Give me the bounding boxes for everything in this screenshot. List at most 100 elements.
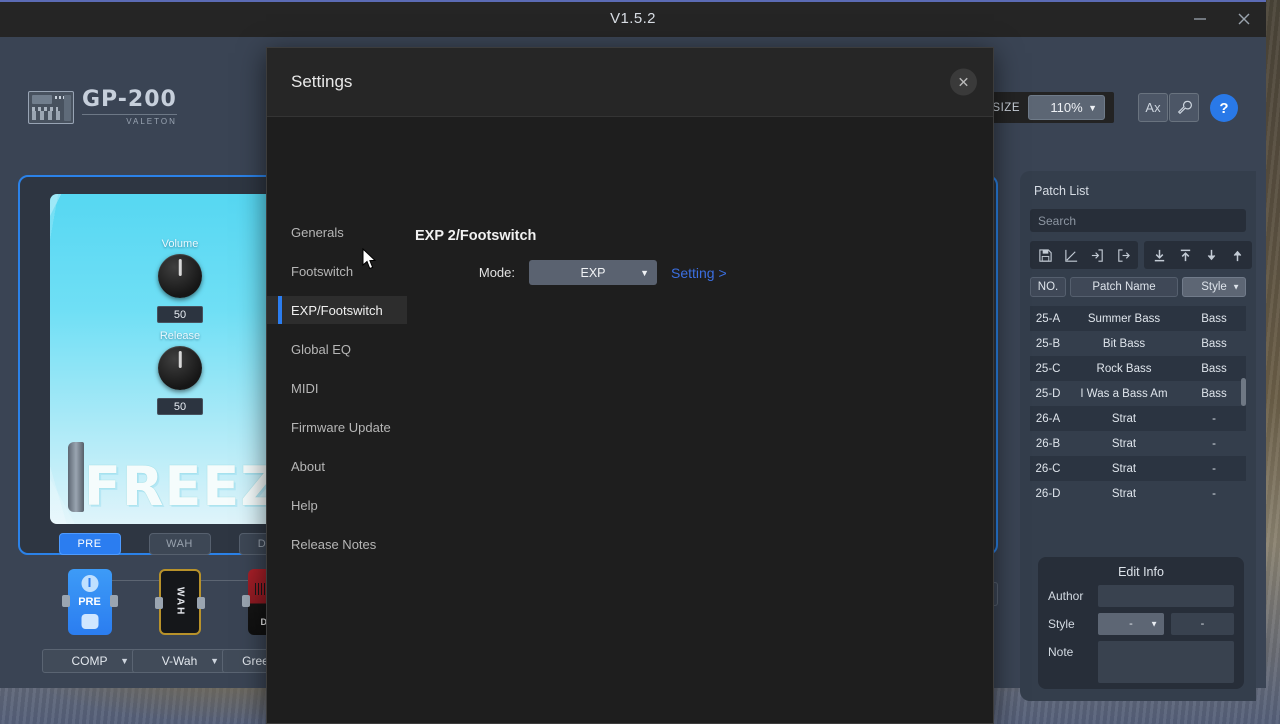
patch-cell-no: 25-C: [1035, 362, 1061, 375]
jack-left-icon: [61, 595, 70, 607]
slot-tag-wah[interactable]: WAH: [148, 533, 211, 555]
import-icon[interactable]: [1085, 245, 1109, 265]
patch-rows-scrollbar[interactable]: [1241, 378, 1246, 406]
help-label: ?: [1219, 99, 1229, 117]
download-all-icon[interactable]: [1147, 245, 1171, 265]
settings-nav-item-about[interactable]: About: [267, 452, 407, 480]
patch-cell-style: Bass: [1201, 362, 1227, 375]
upload-icon[interactable]: [1225, 245, 1249, 265]
table-row[interactable]: 25-A Summer Bass Bass: [1030, 306, 1246, 331]
settings-nav-item-footswitch[interactable]: Footswitch: [267, 257, 407, 285]
table-row[interactable]: 26-B Strat -: [1030, 431, 1246, 456]
settings-nav-item-label: Footswitch: [291, 263, 354, 279]
patch-cell-name: Strat: [1111, 487, 1137, 500]
style-select[interactable]: - ▼: [1098, 613, 1164, 635]
help-button[interactable]: ?: [1210, 94, 1238, 122]
minimize-icon[interactable]: [1178, 0, 1222, 37]
chevron-down-icon: ▼: [1088, 102, 1097, 113]
chevron-down-icon: ▼: [1150, 619, 1158, 629]
settings-nav-item-label: Generals: [291, 224, 344, 240]
settings-nav-item-midi[interactable]: MIDI: [267, 374, 407, 402]
mode-select[interactable]: EXP ▼: [529, 260, 657, 285]
patch-cell-no: 25-B: [1035, 337, 1061, 350]
upload-all-icon[interactable]: [1173, 245, 1197, 265]
edit-info-title: Edit Info: [1118, 565, 1164, 579]
patch-toolbar: [1030, 241, 1252, 269]
table-row[interactable]: 26-C Strat -: [1030, 456, 1246, 481]
brand-logo: GP-200 VALETON: [28, 89, 177, 126]
chain-select-wah[interactable]: V-Wah ▼: [132, 649, 227, 673]
view-size-select[interactable]: 110% ▼: [1028, 95, 1105, 120]
download-icon[interactable]: [1199, 245, 1223, 265]
stompbox-pre[interactable]: PRE: [61, 569, 118, 635]
logo-model-name: GP-200: [82, 87, 177, 112]
edit-info-style-row: Style - ▼ -: [1048, 613, 1234, 635]
patch-cell-no: 25-A: [1035, 312, 1061, 325]
patch-cell-no: 25-D: [1035, 387, 1061, 400]
pedal-jack-icon: [68, 442, 84, 512]
table-row[interactable]: 25-C Rock Bass Bass: [1030, 356, 1246, 381]
patch-cell-style: -: [1212, 487, 1216, 500]
export-icon[interactable]: [1111, 245, 1135, 265]
column-header-patch-name[interactable]: Patch Name: [1070, 277, 1178, 297]
settings-nav-item-generals[interactable]: Generals: [267, 218, 407, 246]
settings-dialog: Settings Generals Footswitch EXP/Footswitc…: [266, 47, 994, 724]
font-size-button[interactable]: Ax: [1138, 93, 1168, 122]
table-row[interactable]: 25-D I Was a Bass Am Bass: [1030, 381, 1246, 406]
settings-nav-item-firmware-update[interactable]: Firmware Update: [267, 413, 407, 441]
author-input[interactable]: [1098, 585, 1234, 607]
pedal-knob-icon: [81, 575, 98, 592]
edit-icon[interactable]: [1059, 245, 1083, 265]
knob-release[interactable]: [158, 346, 202, 390]
settings-nav-item-label: Release Notes: [291, 536, 377, 552]
settings-nav-item-help[interactable]: Help: [267, 491, 407, 519]
device-illustration-icon: [28, 91, 74, 124]
save-icon[interactable]: [1033, 245, 1057, 265]
jack-left-icon: [241, 595, 250, 607]
chain-select-value-pre: COMP: [71, 654, 108, 668]
table-row[interactable]: 25-B Bit Bass Bass: [1030, 331, 1246, 356]
settings-wrench-button[interactable]: [1169, 93, 1199, 122]
chevron-down-icon: ▼: [640, 267, 649, 278]
patch-transfer-tools: [1144, 241, 1252, 269]
patch-cell-style: -: [1212, 412, 1216, 425]
settings-nav-item-exp-footswitch[interactable]: EXP/Footswitch: [267, 296, 407, 324]
patch-cell-no: 26-D: [1035, 487, 1061, 500]
patch-cell-name: Strat: [1111, 437, 1137, 450]
patch-cell-name: Strat: [1111, 462, 1137, 475]
settings-nav-item-global-eq[interactable]: Global EQ: [267, 335, 407, 363]
setting-link[interactable]: Setting >: [671, 265, 727, 281]
knob-volume[interactable]: [158, 254, 202, 298]
close-icon[interactable]: [950, 68, 977, 96]
mode-row: Mode: EXP ▼ Setting >: [415, 260, 993, 285]
chain-select-pre[interactable]: COMP ▼: [42, 649, 137, 673]
patch-search-input[interactable]: Search: [1030, 209, 1246, 232]
table-row[interactable]: 26-A Strat -: [1030, 406, 1246, 431]
note-input[interactable]: [1098, 641, 1234, 683]
settings-title: Settings: [291, 72, 353, 91]
title-accent-line: [0, 0, 1266, 2]
column-header-no[interactable]: NO.: [1030, 277, 1066, 297]
author-label: Author: [1048, 589, 1084, 603]
table-row[interactable]: 26-D Strat -: [1030, 481, 1246, 506]
logo-brand-name: VALETON: [82, 114, 177, 126]
stompbox-wah[interactable]: WAH: [154, 569, 205, 635]
close-icon[interactable]: [1222, 0, 1266, 37]
slot-tag-pre[interactable]: PRE: [58, 533, 121, 555]
knob-value-volume[interactable]: 50: [157, 306, 203, 323]
patch-rows-container[interactable]: 25-A Summer Bass Bass 25-B Bit Bass Bass 25-C R…: [1030, 306, 1246, 506]
column-header-style[interactable]: Style ▼: [1182, 277, 1246, 297]
patch-cell-style: Bass: [1201, 387, 1227, 400]
knob-value-release[interactable]: 50: [157, 398, 203, 415]
patch-cell-style: -: [1212, 462, 1216, 475]
mode-label: Mode:: [478, 265, 515, 280]
mode-select-value: EXP: [580, 265, 606, 280]
settings-nav-item-release-notes[interactable]: Release Notes: [267, 530, 407, 558]
patch-file-tools: [1030, 241, 1138, 269]
jack-right-icon: [196, 597, 205, 609]
settings-nav-item-label: Global EQ: [291, 341, 351, 357]
patch-search-placeholder: Search: [1038, 213, 1077, 228]
settings-nav-item-label: Firmware Update: [291, 419, 391, 435]
style-select-value: -: [1129, 618, 1133, 630]
style-secondary-value[interactable]: -: [1171, 613, 1234, 635]
